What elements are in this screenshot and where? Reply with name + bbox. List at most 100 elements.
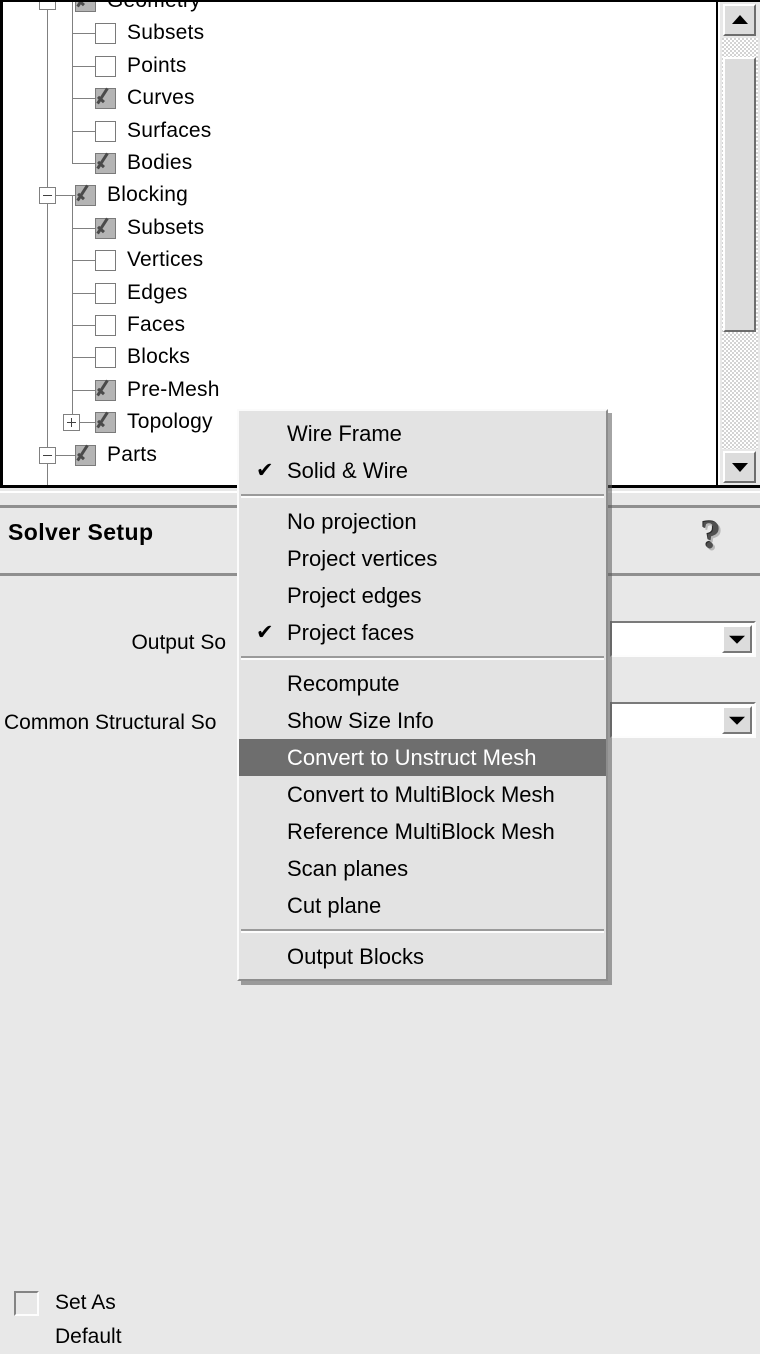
tree-item-label[interactable]: Points xyxy=(127,50,187,82)
tree-item-label[interactable]: Edges xyxy=(127,277,188,309)
menu-item-label: Show Size Info xyxy=(287,708,434,733)
tree-item-label[interactable]: Geometry xyxy=(107,2,201,17)
menu-item[interactable]: Cut plane xyxy=(239,887,606,924)
menu-item-label: Convert to MultiBlock Mesh xyxy=(287,782,555,807)
tree-checkbox-unchecked[interactable] xyxy=(95,347,116,369)
context-menu[interactable]: Wire Frame ✔ Solid & Wire No projection Proj… xyxy=(237,409,608,981)
tree-connector-line xyxy=(72,389,95,391)
menu-item-label: Convert to Unstruct Mesh xyxy=(287,745,537,770)
chevron-down-icon[interactable] xyxy=(722,706,752,734)
tree-connector-line xyxy=(72,65,95,67)
menu-item[interactable]: Wire Frame xyxy=(239,415,606,452)
tree-item-label[interactable]: Bodies xyxy=(127,147,192,179)
menu-separator xyxy=(241,656,604,660)
tree-connector-line xyxy=(72,292,95,294)
tree-item-label[interactable]: Vertices xyxy=(127,244,203,276)
output-solver-label: Output So xyxy=(131,631,226,654)
tree-vertical-scrollbar[interactable] xyxy=(720,2,760,485)
tree-item-label[interactable]: Subsets xyxy=(127,17,204,49)
menu-item[interactable]: Show Size Info xyxy=(239,702,606,739)
tree-item-label[interactable]: Blocks xyxy=(127,341,190,373)
tree-checkbox-unchecked[interactable] xyxy=(95,250,116,272)
tree-item-label[interactable]: Surfaces xyxy=(127,115,211,147)
tree-checkbox-checked[interactable] xyxy=(95,88,116,110)
tree-connector-line xyxy=(72,98,95,100)
menu-item-label: Reference MultiBlock Mesh xyxy=(287,819,555,844)
tree-connector-line xyxy=(72,292,73,327)
menu-item[interactable]: Reference MultiBlock Mesh xyxy=(239,813,606,850)
common-structural-solver-combo[interactable] xyxy=(610,702,756,738)
menu-item-label: No projection xyxy=(287,509,417,534)
tree-collapse-icon[interactable] xyxy=(39,446,56,464)
tree-connector-line xyxy=(72,32,73,68)
chevron-down-icon[interactable] xyxy=(722,625,752,653)
menu-item[interactable]: Recompute xyxy=(239,665,606,702)
scrollbar-thumb[interactable] xyxy=(723,57,756,332)
tree-item-label[interactable]: Subsets xyxy=(127,212,204,244)
tree-checkbox-checked[interactable] xyxy=(95,412,116,434)
menu-item[interactable]: Scan planes xyxy=(239,850,606,887)
tree-expand-icon[interactable] xyxy=(63,414,80,432)
tree-checkbox-checked[interactable] xyxy=(75,2,96,12)
tree-connector-line xyxy=(72,130,95,132)
tree-connector-line xyxy=(72,2,73,35)
menu-item[interactable]: ✔ Solid & Wire xyxy=(239,452,606,489)
tree-connector-line xyxy=(72,259,73,294)
menu-item[interactable]: Output Blocks xyxy=(239,938,606,975)
tree-checkbox-checked[interactable] xyxy=(95,153,116,174)
page-title: Solver Setup xyxy=(8,519,154,545)
set-as-default-label: Set As Default xyxy=(55,1291,122,1348)
tree-checkbox-unchecked[interactable] xyxy=(95,120,116,142)
tree-checkbox-checked[interactable] xyxy=(95,379,116,401)
tree-item-label[interactable]: Curves xyxy=(127,82,195,114)
menu-item-label: Solid & Wire xyxy=(287,458,409,483)
tree-item-label[interactable]: Faces xyxy=(127,309,185,341)
menu-item-label: Wire Frame xyxy=(287,421,402,446)
tree-connector-line xyxy=(72,194,73,230)
output-solver-combo[interactable] xyxy=(610,621,756,657)
tree-connector-line xyxy=(72,97,73,132)
tree-connector-line xyxy=(72,356,73,392)
triangle-up-icon xyxy=(731,15,748,25)
tree-item-label[interactable]: Parts xyxy=(107,439,157,471)
tree-connector-line xyxy=(47,2,48,485)
tree-checkbox-checked[interactable] xyxy=(75,185,96,207)
tree-connector-line xyxy=(72,227,73,262)
tree-connector-line xyxy=(72,130,73,165)
tree-item-label[interactable]: Pre-Mesh xyxy=(127,374,220,406)
scroll-up-button[interactable] xyxy=(723,4,756,36)
tree-collapse-icon[interactable] xyxy=(39,2,56,10)
set-as-default-checkbox[interactable] xyxy=(14,1291,39,1316)
tree-item-label[interactable]: Topology xyxy=(127,406,213,438)
help-question-icon[interactable]: ? xyxy=(701,513,745,559)
menu-item-label: Project faces xyxy=(287,620,415,645)
menu-separator xyxy=(241,929,604,933)
menu-item[interactable]: Project edges xyxy=(239,577,606,614)
menu-item[interactable]: ✔ Project faces xyxy=(239,614,606,651)
menu-item-label: Recompute xyxy=(287,671,400,696)
tree-item-label[interactable]: Blocking xyxy=(107,179,188,211)
menu-item[interactable]: Convert to Unstruct Mesh xyxy=(239,739,606,776)
scroll-down-button[interactable] xyxy=(723,451,756,483)
common-structural-solver-label: Common Structural So xyxy=(4,711,217,734)
tree-connector-line xyxy=(72,325,95,326)
tree-checkbox-checked[interactable] xyxy=(75,444,96,466)
question-mark-glyph: ? xyxy=(701,512,721,557)
menu-item-label: Cut plane xyxy=(287,893,382,918)
tree-collapse-icon[interactable] xyxy=(39,187,56,205)
tree-checkbox-unchecked[interactable] xyxy=(95,23,116,45)
menu-item-label: Project vertices xyxy=(287,546,438,571)
checkmark-icon: ✔ xyxy=(256,621,274,644)
tree-connector-line xyxy=(72,33,95,35)
tree-checkbox-checked[interactable] xyxy=(95,217,116,239)
tree-connector-line xyxy=(72,227,95,229)
tree-checkbox-unchecked[interactable] xyxy=(95,282,116,304)
menu-item[interactable]: Convert to MultiBlock Mesh xyxy=(239,776,606,813)
menu-item[interactable]: No projection xyxy=(239,503,606,540)
menu-item-label: Output Blocks xyxy=(287,944,424,969)
tree-checkbox-unchecked[interactable] xyxy=(95,55,116,77)
tree-connector-line xyxy=(72,260,95,262)
menu-item[interactable]: Project vertices xyxy=(239,540,606,577)
menu-item-label: Project edges xyxy=(287,583,422,608)
tree-checkbox-unchecked[interactable] xyxy=(95,315,116,336)
